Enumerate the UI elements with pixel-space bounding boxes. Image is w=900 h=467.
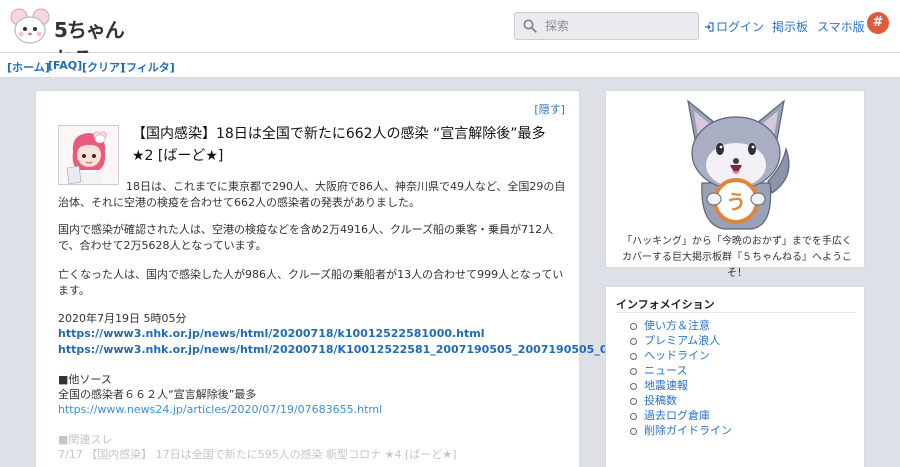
thread-thumbnail[interactable]: [58, 125, 119, 185]
top-header: 5ちゃんねる ログイン 掲示板 スマホ版 #: [0, 0, 900, 71]
svg-text:う: う: [726, 190, 746, 214]
related-thread-item[interactable]: 7/17 【国内感染】 17日は全国で新たに595人の感染 新型コロナ ★4 […: [58, 447, 568, 463]
mouse-logo-icon: [10, 8, 50, 44]
other-sources-heading: ■他ソース: [58, 373, 112, 386]
source-link-3[interactable]: https://www.news24.jp/articles/2020/07/1…: [58, 402, 568, 418]
info-item-usage[interactable]: 使い方＆注意: [630, 318, 732, 333]
other-source-text: 全国の感染者６６２人“宣言解除後”最多: [58, 388, 257, 401]
info-item-archive[interactable]: 過去ログ倉庫: [630, 408, 732, 423]
hide-link[interactable]: [隠す]: [534, 101, 565, 117]
subnav-clear[interactable]: [クリア]: [82, 59, 125, 75]
source-link-2[interactable]: https://www3.nhk.or.jp/news/html/2020071…: [58, 342, 660, 358]
info-item-earthquake[interactable]: 地震速報: [630, 378, 732, 393]
thread-title[interactable]: 【国内感染】18日は全国で新たに662人の感染 “宣言解除後”最多 ★2 [ばー…: [132, 123, 568, 167]
related-threads-heading: ■関連スレ: [58, 433, 113, 446]
subnav-home[interactable]: [ホーム]: [7, 59, 50, 75]
welcome-card: う 「ハッキング」から「今晩のおかず」までを手広くカバーする巨大掲示板群『５ちゃ…: [605, 90, 865, 279]
article-paragraph-1: 18日は、これまでに東京都で290人、大阪府で86人、神奈川県で49人など、全国…: [58, 180, 566, 209]
info-item-news[interactable]: ニュース: [630, 363, 732, 378]
information-title: インフォメイション: [616, 298, 715, 311]
divider: [616, 312, 856, 313]
character-thumbnail-icon: [59, 126, 118, 184]
article-card: [隠す] 【国内感染】18日は全国で新たに662人の感染 “宣言解除後”最多 ★…: [35, 90, 660, 467]
article-date: 2020年7月19日 5時05分: [58, 312, 187, 325]
info-item-post-count[interactable]: 投稿数: [630, 393, 732, 408]
sub-navigation: [ホーム] [FAQ] [クリア] [フィルタ]: [0, 53, 900, 78]
info-item-premium[interactable]: プレミアム浪人: [630, 333, 732, 348]
login-icon: [705, 22, 714, 32]
information-list: 使い方＆注意 プレミアム浪人 ヘッドライン ニュース 地震速報 投稿数 過去ログ…: [630, 318, 732, 438]
article-paragraph-2: 国内で感染が確認された人は、空港の検疫などを含め2万4916人、クルーズ船の乗客…: [58, 223, 554, 252]
search-input[interactable]: [545, 17, 695, 35]
welcome-text: 「ハッキング」から「今晩のおかず」までを手広くカバーする巨大掲示板群『５ちゃんね…: [622, 236, 852, 279]
information-card: インフォメイション 使い方＆注意 プレミアム浪人 ヘッドライン ニュース 地震速…: [605, 286, 865, 467]
info-item-deletion-guide[interactable]: 削除ガイドライン: [630, 423, 732, 438]
article-paragraph-3: 亡くなった人は、国内で感染した人が986人、クルーズ船の乗船者が13人の合わせて…: [58, 268, 564, 297]
board-list-link[interactable]: 掲示板: [772, 18, 808, 35]
subnav-faq[interactable]: [FAQ]: [48, 59, 82, 72]
search-icon: [523, 19, 537, 33]
mobile-link[interactable]: スマホ版: [817, 18, 865, 35]
site-logo[interactable]: 5ちゃんねる: [10, 6, 130, 71]
source-link-1[interactable]: https://www3.nhk.or.jp/news/html/2020071…: [58, 326, 568, 342]
cat-mascot-icon: う: [687, 99, 790, 230]
login-label: ログイン: [716, 20, 765, 34]
login-link[interactable]: ログイン: [704, 18, 764, 35]
hash-icon[interactable]: #: [867, 12, 889, 34]
subnav-filter[interactable]: [フィルタ]: [121, 59, 175, 75]
info-item-headline[interactable]: ヘッドライン: [630, 348, 732, 363]
search-box[interactable]: [514, 12, 699, 40]
